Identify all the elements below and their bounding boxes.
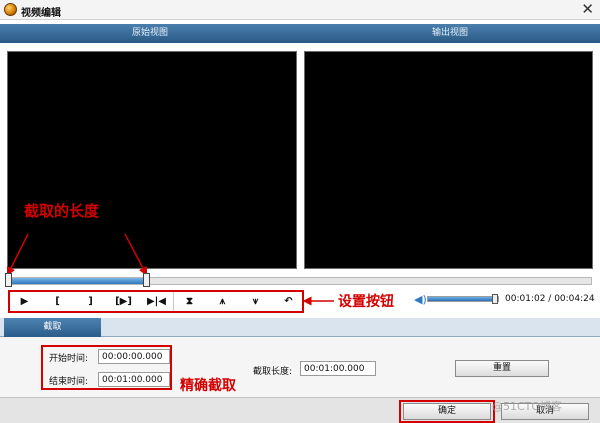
close-icon[interactable]: ✕	[581, 1, 594, 18]
title-bar: 视频编辑 ✕	[0, 0, 600, 20]
original-view-header: 原始视图	[0, 24, 300, 43]
volume-slider[interactable]	[427, 296, 499, 302]
window-title: 视频编辑	[21, 8, 61, 19]
volume-icon[interactable]: ◀)	[414, 293, 427, 306]
output-video-preview[interactable]	[304, 51, 593, 269]
output-view-header: 输出视图	[300, 24, 600, 43]
trim-button[interactable]: ⧗	[175, 292, 204, 311]
move-up-button[interactable]: ⩚	[208, 292, 237, 311]
control-separator	[173, 292, 174, 311]
timeline-track[interactable]	[7, 277, 592, 285]
move-down-button[interactable]: ⩛	[241, 292, 270, 311]
end-time-label: 结束时间:	[49, 377, 89, 387]
volume-handle[interactable]	[492, 294, 498, 304]
current-time: 00:01:02	[505, 294, 546, 304]
precise-cut-annotation: 精确截取	[180, 378, 236, 394]
clip-length-input[interactable]	[300, 361, 376, 376]
watermark: @51CTO博客	[492, 400, 563, 413]
timeline-selection	[8, 278, 148, 284]
undo-button[interactable]: ↶	[274, 292, 303, 311]
start-time-input[interactable]	[98, 349, 170, 364]
time-separator: /	[545, 294, 555, 304]
ok-button[interactable]: 确定	[403, 403, 491, 420]
total-time: 00:04:24	[554, 294, 595, 304]
play-button[interactable]: ▶	[10, 292, 39, 311]
mark-in-button[interactable]: [	[43, 292, 72, 311]
original-video-preview[interactable]	[7, 51, 297, 269]
goto-start-end-button[interactable]: ▶|◀	[142, 292, 171, 311]
end-time-input[interactable]	[98, 372, 170, 387]
clip-length-label: 截取长度:	[253, 367, 293, 377]
end-handle[interactable]	[143, 273, 150, 287]
control-buttons-annotation: 设置按钮	[338, 294, 394, 310]
reset-button[interactable]: 重置	[455, 360, 549, 377]
start-time-label: 开始时间:	[49, 354, 89, 364]
play-selection-button[interactable]: [▶]	[109, 292, 138, 311]
start-handle[interactable]	[5, 273, 12, 287]
volume-level	[428, 297, 493, 301]
tab-clip[interactable]: 截取	[4, 318, 101, 337]
app-logo-icon	[4, 3, 17, 16]
clip-length-annotation: 截取的长度	[24, 202, 100, 220]
mark-out-button[interactable]: ]	[76, 292, 105, 311]
playback-time: 00:01:02 / 00:04:24	[505, 294, 595, 304]
